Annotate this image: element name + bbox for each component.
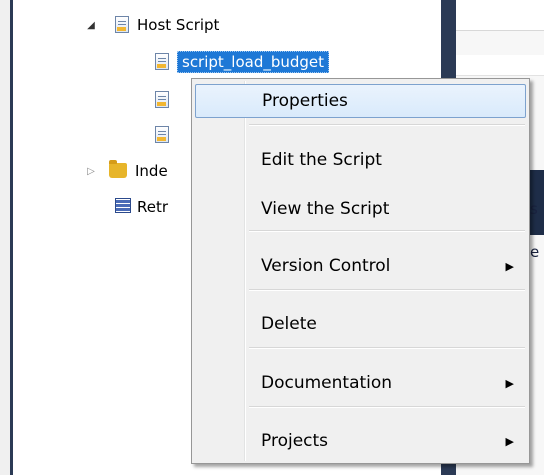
menu-item-label: Edit the Script	[261, 150, 382, 170]
tree-item-grid[interactable]: Retr	[115, 196, 168, 218]
tree-item-label: Host Script	[137, 16, 220, 34]
menu-separator	[249, 406, 525, 408]
menu-item-edit-script[interactable]: Edit the Script	[195, 143, 526, 177]
menu-item-delete[interactable]: Delete	[195, 307, 526, 341]
tree-item-folder[interactable]: ▷ Inde	[83, 160, 168, 182]
tree-item-script[interactable]	[155, 89, 177, 111]
submenu-arrow-icon: ▶	[505, 376, 514, 390]
submenu-arrow-icon: ▶	[505, 434, 514, 448]
tree-item-host-script[interactable]: ◢ Host Script	[83, 14, 219, 36]
menu-item-label: Delete	[261, 314, 317, 334]
menu-item-view-script[interactable]: View the Script	[195, 192, 526, 226]
right-pane-peek-text: e	[530, 243, 540, 261]
menu-item-projects[interactable]: Projects ▶	[195, 424, 526, 458]
menu-separator	[249, 124, 525, 126]
right-pane-header	[456, 0, 544, 31]
context-menu: Properties Edit the Script View the Scri…	[191, 78, 530, 464]
script-doc-icon	[115, 16, 131, 34]
tree-item-label: script_load_budget	[177, 51, 330, 73]
menu-item-label: Properties	[262, 91, 348, 111]
script-doc-icon	[155, 126, 171, 144]
grid-icon	[115, 198, 131, 216]
script-doc-icon	[155, 53, 171, 71]
folder-icon	[109, 160, 129, 180]
collapse-arrow-icon[interactable]: ▷	[83, 163, 99, 179]
right-pane-peek-text: s	[530, 200, 538, 218]
menu-item-version-control[interactable]: Version Control ▶	[195, 249, 526, 283]
menu-item-label: Projects	[261, 431, 329, 451]
right-pane-row	[456, 55, 544, 76]
tree-item-label: Inde	[135, 162, 168, 180]
expand-arrow-icon[interactable]: ◢	[83, 17, 99, 33]
menu-item-label: Version Control	[261, 256, 391, 276]
tree-item-script-load-budget[interactable]: script_load_budget	[155, 51, 330, 73]
menu-separator	[249, 230, 525, 232]
left-gutter	[0, 0, 10, 475]
tree-item-script[interactable]	[155, 124, 177, 146]
menu-item-label: View the Script	[261, 199, 390, 219]
script-doc-icon	[155, 91, 171, 109]
submenu-arrow-icon: ▶	[505, 259, 514, 273]
menu-item-label: Documentation	[261, 373, 393, 393]
menu-separator	[249, 347, 525, 349]
tree-item-label: Retr	[137, 198, 169, 216]
menu-separator	[249, 289, 525, 291]
menu-item-documentation[interactable]: Documentation ▶	[195, 366, 526, 400]
menu-item-properties[interactable]: Properties	[195, 84, 526, 118]
